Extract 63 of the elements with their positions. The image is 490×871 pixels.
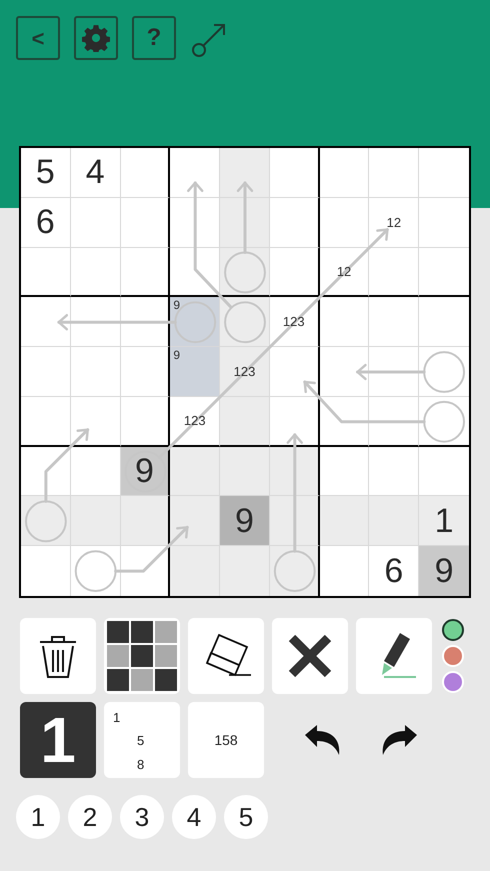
corner-mode-digit: 1 (113, 711, 120, 724)
grid-cell[interactable]: 5 (21, 148, 71, 198)
help-button[interactable]: ? (132, 16, 176, 60)
cross-icon (286, 632, 334, 680)
grid-cell[interactable] (120, 496, 170, 546)
cell-digit: 6 (36, 205, 55, 240)
number-button[interactable]: 4 (172, 795, 216, 839)
grid-cell[interactable] (270, 248, 320, 298)
settings-icon (82, 24, 110, 52)
center-marks: 123 (282, 315, 305, 328)
grid-cell[interactable]: 4 (70, 148, 121, 198)
normal-mode-button[interactable]: 1 (20, 702, 96, 778)
grid-cell[interactable]: 123 (220, 347, 270, 397)
number-button[interactable]: 3 (120, 795, 164, 839)
grid-cell[interactable] (270, 496, 320, 546)
grid-cell[interactable] (120, 248, 170, 298)
grid-cell[interactable] (270, 446, 320, 496)
center-mode-button[interactable]: 158 (188, 702, 264, 778)
grid-cell[interactable] (270, 148, 320, 198)
eraser-button[interactable] (188, 618, 264, 694)
cell-digit: 6 (384, 554, 404, 588)
grid-cell[interactable] (270, 347, 320, 397)
grid-cell[interactable] (270, 198, 320, 248)
color-grid-button[interactable] (104, 618, 180, 694)
grid-cell[interactable] (270, 396, 320, 447)
grid-cell[interactable] (419, 248, 469, 298)
number-button[interactable]: 2 (68, 795, 112, 839)
grid-cell[interactable]: 9 (419, 546, 469, 596)
number-button[interactable]: 1 (16, 795, 60, 839)
corner-mode-digit: 8 (137, 758, 144, 771)
center-marks: 123 (184, 414, 206, 428)
grid-cell[interactable] (120, 396, 170, 447)
cell-digit: 9 (235, 504, 254, 538)
settings-button[interactable] (74, 16, 118, 60)
grid-cell[interactable]: 9 (220, 496, 270, 546)
grid-cell[interactable]: 6 (21, 198, 71, 248)
pen-button[interactable] (356, 618, 432, 694)
cross-button[interactable] (272, 618, 348, 694)
cell-digit: 9 (134, 454, 154, 488)
grid-cell[interactable]: 1 (419, 496, 469, 546)
grid-cell[interactable] (120, 198, 170, 248)
grid-cell[interactable] (120, 297, 170, 348)
center-marks: 12 (336, 264, 352, 278)
color-swatch[interactable] (442, 619, 464, 641)
grid-pattern-icon (107, 621, 177, 691)
cell-digit: 1 (434, 504, 454, 538)
corner-mark: 9 (173, 299, 180, 312)
center-marks: 12 (386, 216, 402, 229)
delete-button[interactable] (20, 618, 96, 694)
grid-cell[interactable]: 12 (369, 198, 420, 248)
grid-cell[interactable]: 9 (170, 347, 220, 397)
corner-mark: 9 (173, 349, 180, 362)
grid-cell[interactable] (120, 347, 170, 397)
grid-cell[interactable] (120, 148, 170, 198)
corner-mode-digit: 5 (137, 734, 144, 747)
cell-digit: 9 (434, 554, 454, 588)
cell-digit: 4 (86, 155, 105, 190)
center-marks: 123 (234, 364, 256, 378)
cell-digit: 5 (36, 155, 55, 190)
corner-mode-button[interactable]: 1 5 8 (104, 702, 180, 778)
grid-cell[interactable] (120, 546, 170, 596)
number-button[interactable]: 5 (224, 795, 268, 839)
arrow-tool-icon[interactable] (190, 22, 228, 58)
